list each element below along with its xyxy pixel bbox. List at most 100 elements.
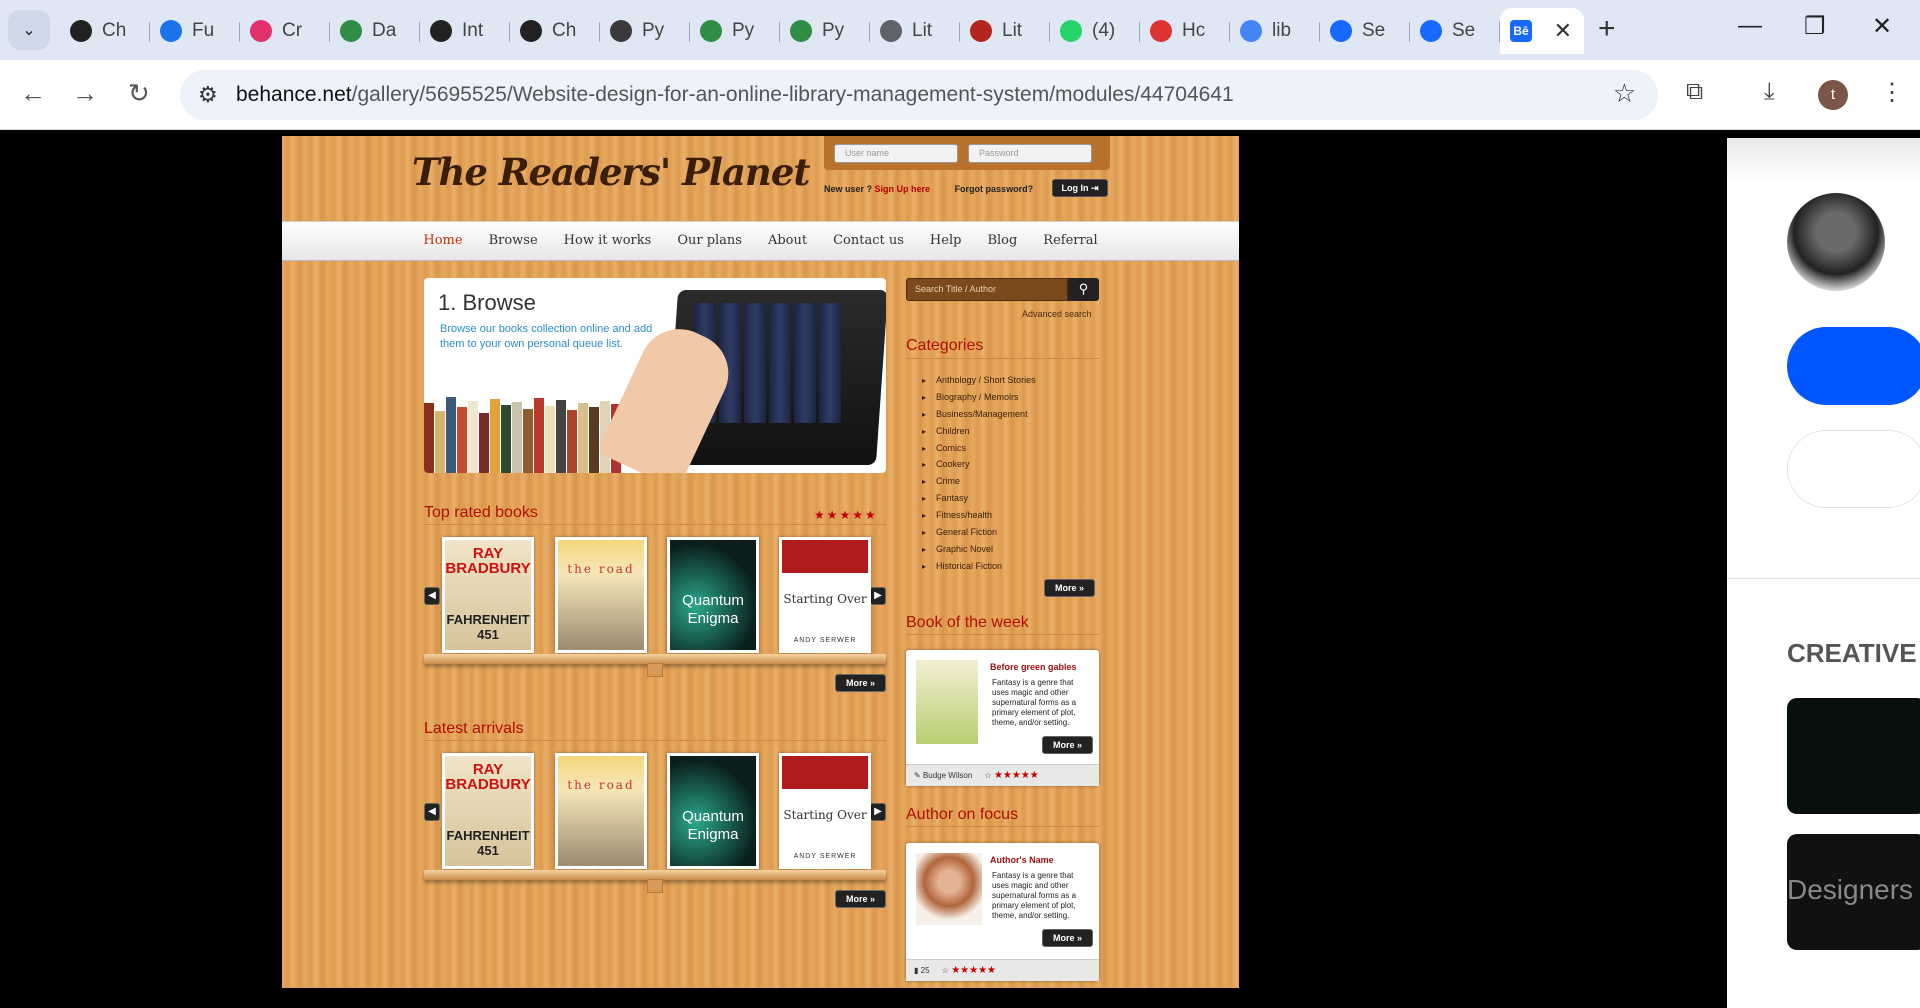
category-item[interactable]: Biography / Memoirs [922,389,1036,406]
browser-tab[interactable]: Cr [240,8,330,54]
category-item[interactable]: Graphic Novel [922,541,1036,558]
project-thumbnail[interactable]: Designers [1787,834,1920,950]
carousel-more-button[interactable]: More » [835,890,886,908]
shelf-handle[interactable] [647,663,663,677]
bookmark-star-icon[interactable]: ☆ [1613,78,1636,109]
forgot-password-link[interactable]: Forgot password? [955,184,1034,194]
categories-more-button[interactable]: More » [1044,579,1095,597]
book-of-week-cover[interactable] [916,660,978,744]
login-button[interactable]: Log In ⇥ [1052,179,1108,197]
tab-label: Py [642,20,665,41]
carousel-prev-button[interactable]: ◀ [424,803,440,821]
book-cover[interactable]: RAY BRADBURY FAHRENHEIT 451 [442,753,534,869]
site-logo[interactable]: The Readers' Planet [412,150,810,194]
browser-tab[interactable]: Ch [60,8,150,54]
browser-tab[interactable]: Py [690,8,780,54]
browser-toolbar: ← → ↻ ⚙ behance.net/gallery/5695525/Webs… [0,60,1920,130]
book-cover[interactable]: Quantum Enigma [667,537,759,653]
designer-avatar[interactable] [1787,193,1885,291]
project-thumbnail[interactable] [1787,698,1920,814]
category-item[interactable]: Comics [922,440,1036,457]
category-item[interactable]: Anthology / Short Stories [922,372,1036,389]
divider [424,740,886,741]
browser-tab[interactable]: Fu [150,8,240,54]
author-name[interactable]: Author's Name [990,855,1054,865]
browser-tab[interactable]: Py [600,8,690,54]
book-of-week-book-title[interactable]: Before green gables [990,662,1077,672]
category-item[interactable]: Fantasy [922,490,1036,507]
category-item[interactable]: Crime [922,473,1036,490]
follow-button[interactable] [1787,327,1920,405]
browser-tab[interactable]: Ch [510,8,600,54]
new-tab-button[interactable]: + [1598,12,1616,46]
browser-tab[interactable]: Lit [960,8,1050,54]
browser-tab[interactable]: Py [780,8,870,54]
browser-tab[interactable]: Da [330,8,420,54]
nav-item-referral[interactable]: Referral [1043,222,1097,260]
forward-icon[interactable]: → [72,78,98,109]
close-tab-icon[interactable]: ✕ [1554,18,1572,44]
book-of-week-more-button[interactable]: More » [1042,736,1093,754]
shelf-handle[interactable] [647,879,663,893]
nav-item-blog[interactable]: Blog [987,222,1017,260]
search-button[interactable]: ⚲ [1068,278,1099,301]
nav-item-browse[interactable]: Browse [489,222,538,260]
book-cover[interactable]: the road [555,753,647,869]
nav-item-about[interactable]: About [768,222,807,260]
category-item[interactable]: General Fiction [922,524,1036,541]
book-cover[interactable]: the road [555,537,647,653]
category-item[interactable]: Children [922,423,1036,440]
message-button[interactable] [1787,430,1920,508]
restore-icon[interactable]: ❐ [1804,12,1826,41]
browser-tab[interactable]: Se [1320,8,1410,54]
reload-icon[interactable]: ↻ [128,78,150,109]
divider [424,524,886,525]
book-cover-title: RAY BRADBURY [445,545,531,577]
menu-dots-icon[interactable]: ⋮ [1880,78,1904,107]
browser-tab[interactable]: Int [420,8,510,54]
carousel-more-button[interactable]: More » [835,674,886,692]
download-icon[interactable]: ⤓ [1764,78,1775,106]
category-item[interactable]: Historical Fiction [922,558,1036,575]
carousel-next-button[interactable]: ▶ [870,587,886,605]
profile-avatar[interactable]: t [1818,80,1848,110]
advanced-search-link[interactable]: Advanced search [1022,309,1092,319]
categories-title: Categories [906,337,984,354]
book-cover[interactable]: Starting Over ANDY SERWER [779,753,871,869]
browser-tab[interactable]: Lit [870,8,960,54]
site-settings-icon[interactable]: ⚙ [198,82,218,108]
sign-up-link[interactable]: Sign Up here [875,184,931,194]
tab-search-button[interactable]: ⌄ [8,10,50,50]
username-input[interactable]: User name [834,144,958,163]
book-cover-title: Quantum Enigma [682,808,744,843]
minimize-icon[interactable]: — [1738,12,1762,40]
nav-item-how-it-works[interactable]: How it works [564,222,652,260]
back-icon[interactable]: ← [20,78,46,109]
globe-icon [880,20,902,42]
nav-item-contact-us[interactable]: Contact us [833,222,904,260]
browser-tab[interactable]: lib [1230,8,1320,54]
nav-item-home[interactable]: Home [423,222,462,260]
browser-tab[interactable]: (4) [1050,8,1140,54]
author-photo[interactable] [916,853,982,925]
carousel-prev-button[interactable]: ◀ [424,587,440,605]
browser-tab[interactable]: Hc [1140,8,1230,54]
category-item[interactable]: Business/Management [922,406,1036,423]
password-input[interactable]: Password [968,144,1092,163]
nav-item-our-plans[interactable]: Our plans [677,222,742,260]
book-cover[interactable]: RAY BRADBURY FAHRENHEIT 451 [442,537,534,653]
close-window-icon[interactable]: ✕ [1872,12,1892,41]
category-item[interactable]: Cookery [922,456,1036,473]
carousel-next-button[interactable]: ▶ [870,803,886,821]
extensions-icon[interactable]: ⧉ [1686,78,1703,106]
book-cover[interactable]: Starting Over ANDY SERWER [779,537,871,653]
address-bar[interactable]: ⚙ behance.net/gallery/5695525/Website-de… [180,70,1658,120]
browser-tab[interactable]: Se [1410,8,1500,54]
book-cover[interactable]: Quantum Enigma [667,753,759,869]
nav-item-help[interactable]: Help [930,222,962,260]
author-more-button[interactable]: More » [1042,929,1093,947]
category-item[interactable]: Fitness/health [922,507,1036,524]
search-input[interactable]: Search Title / Author [906,278,1068,301]
browser-tab-active[interactable]: Bē ✕ [1500,8,1584,54]
book-of-week-footer: ✎ Budge Wilson ☆ ★★★★★ [906,764,1099,786]
